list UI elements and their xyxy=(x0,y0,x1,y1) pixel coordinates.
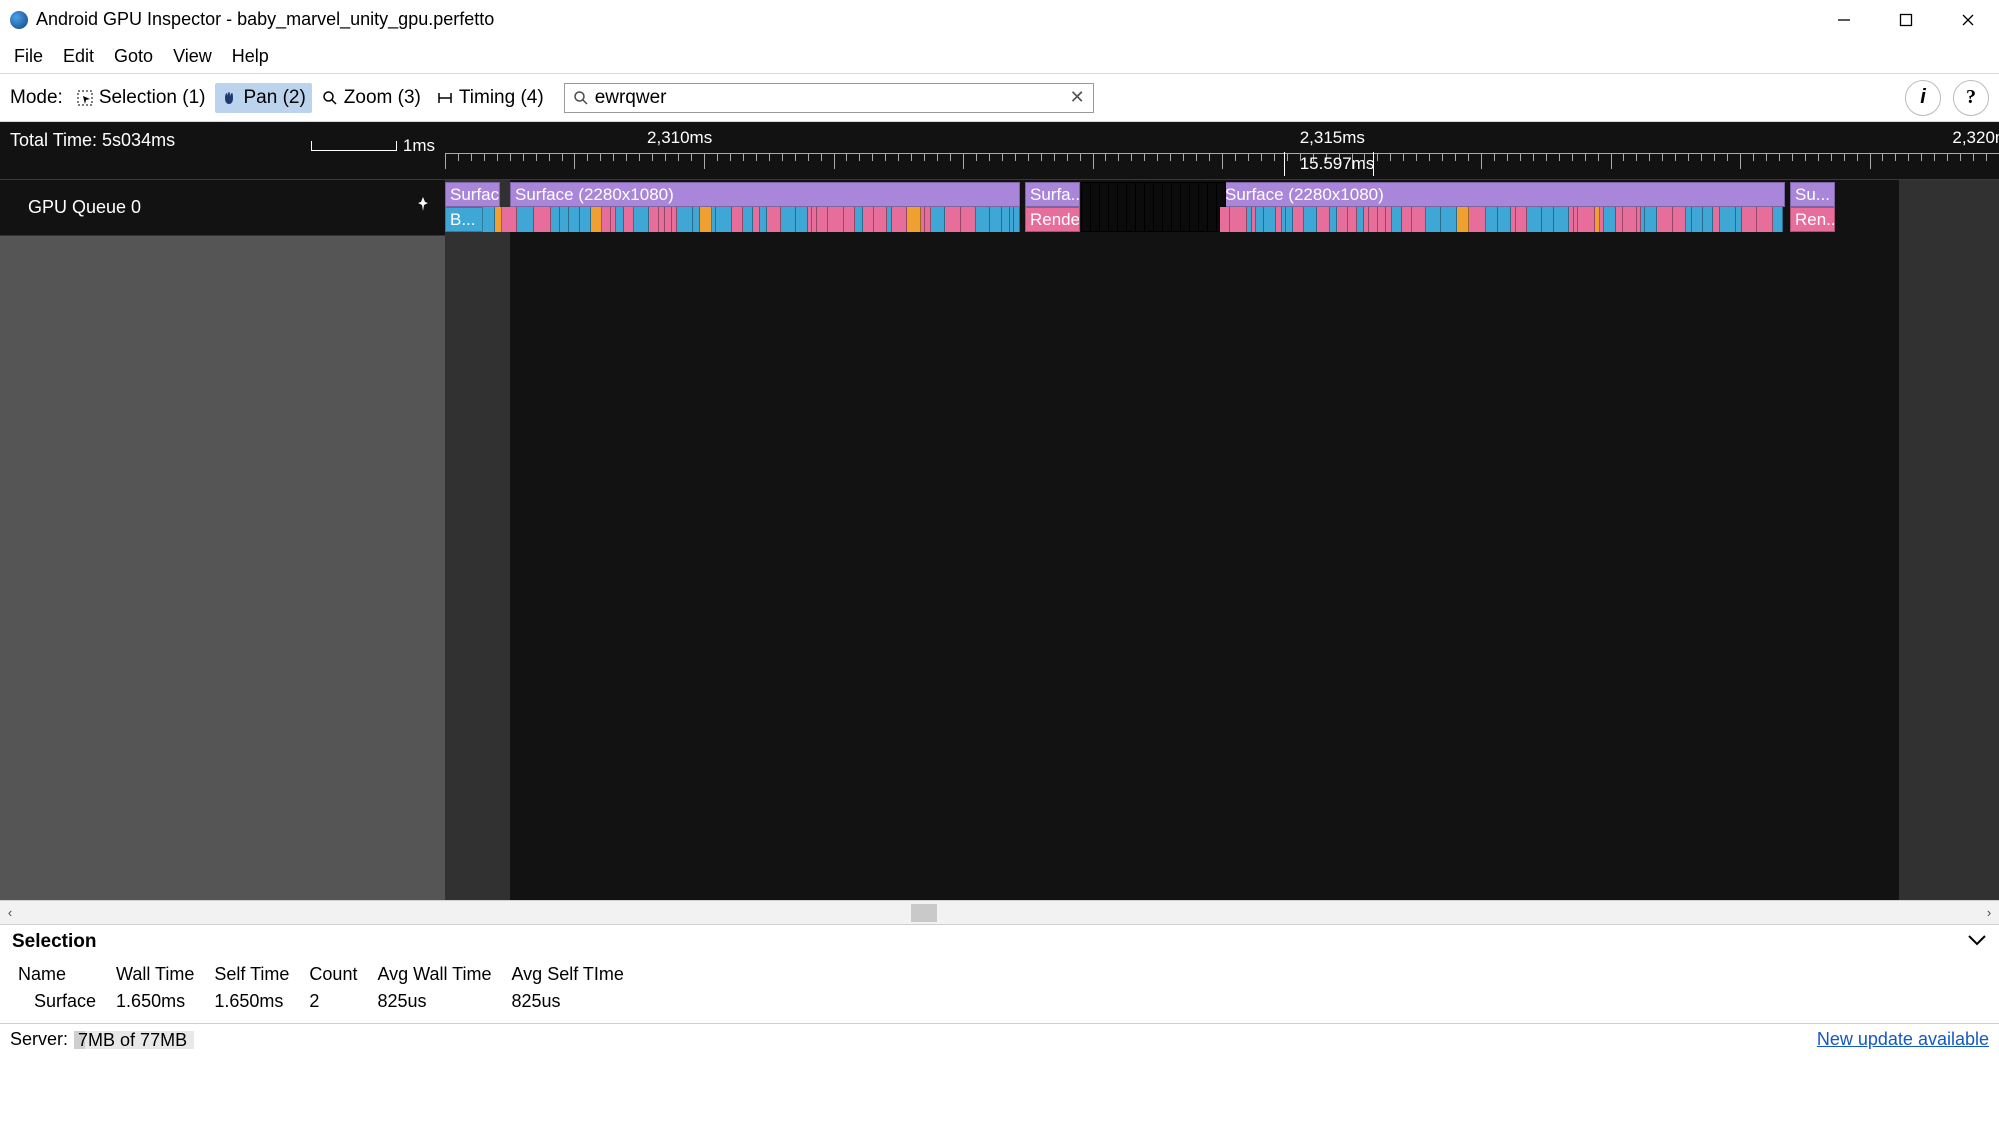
menubar: File Edit Goto View Help xyxy=(0,40,1999,74)
ruler-tick-label: 2,315ms xyxy=(1300,128,1365,148)
selection-heading: Selection xyxy=(12,931,96,953)
timeline-slice[interactable]: Surfac... xyxy=(445,182,500,207)
timeline-slice[interactable]: Surface (2280x1080) xyxy=(1220,182,1785,207)
toolbar: Mode: Selection (1) Pan (2) Zoom (3) Tim… xyxy=(0,74,1999,122)
menu-file[interactable]: File xyxy=(4,40,53,73)
total-time-label: Total Time: 5s034ms xyxy=(10,130,175,151)
menu-edit[interactable]: Edit xyxy=(53,40,104,73)
statusbar: Server: 7MB of 77MB New update available xyxy=(0,1023,1999,1055)
window-title: Android GPU Inspector - baby_marvel_unit… xyxy=(36,9,494,30)
track-header-gpu-queue-0[interactable]: GPU Queue 0 xyxy=(0,180,445,236)
app-icon xyxy=(10,11,28,29)
selection-table: NameWall TimeSelf TimeCountAvg Wall Time… xyxy=(0,959,1999,1023)
ruler-tick-label: 2,320ms xyxy=(1952,128,1999,148)
ruler-center-caption: 15.597ms xyxy=(1300,154,1375,174)
mode-timing-button[interactable]: Timing (4) xyxy=(431,83,550,113)
mode-pan-button[interactable]: Pan (2) xyxy=(215,83,311,113)
mode-zoom-label: Zoom (3) xyxy=(344,87,421,109)
memory-text: 7MB of 77MB xyxy=(78,1030,187,1051)
search-box[interactable]: ✕ xyxy=(564,83,1094,113)
timeline-slice[interactable]: Su... xyxy=(1790,182,1835,207)
pin-icon[interactable] xyxy=(415,196,431,212)
mode-selection-button[interactable]: Selection (1) xyxy=(71,83,212,113)
timeline-view[interactable]: Total Time: 5s034ms 1ms 2,310ms2,315ms2,… xyxy=(0,122,1999,900)
titlebar: Android GPU Inspector - baby_marvel_unit… xyxy=(0,0,1999,40)
timing-icon xyxy=(437,90,453,106)
scroll-thumb[interactable] xyxy=(911,904,937,922)
mode-zoom-button[interactable]: Zoom (3) xyxy=(316,83,427,113)
help-button[interactable]: ? xyxy=(1953,80,1989,116)
timeline-slice[interactable]: B... xyxy=(445,207,483,232)
ruler-canvas[interactable]: 2,310ms 2,315ms 2,320ms 15.597ms xyxy=(445,122,1999,179)
track-name: GPU Queue 0 xyxy=(28,197,141,218)
timeline-hscrollbar[interactable]: ‹ › xyxy=(0,900,1999,924)
timeline-slice[interactable]: Ren... xyxy=(1790,207,1835,232)
timeline-slice[interactable]: Surface (2280x1080) xyxy=(510,182,1020,207)
timeline-slice[interactable]: Surfa... xyxy=(1025,182,1080,207)
search-input[interactable] xyxy=(595,87,1070,109)
track-canvas[interactable]: Surfac...Surface (2280x1080)Surfa...Surf… xyxy=(445,180,1999,236)
mode-pan-label: Pan (2) xyxy=(243,87,305,109)
mode-label: Mode: xyxy=(10,87,63,109)
track-canvas-empty[interactable] xyxy=(445,236,1999,900)
update-link[interactable]: New update available xyxy=(1817,1029,1989,1050)
timeline-slice[interactable]: Render xyxy=(1025,207,1080,232)
mode-selection-label: Selection (1) xyxy=(99,87,206,109)
selection-icon xyxy=(77,90,93,106)
zoom-icon xyxy=(322,90,338,106)
timeline-slice-group[interactable] xyxy=(1220,207,1785,232)
selection-col-header[interactable]: Self Time xyxy=(204,961,299,988)
timeline-ruler: Total Time: 5s034ms 1ms 2,310ms2,315ms2,… xyxy=(0,122,1999,180)
info-button[interactable]: i xyxy=(1905,80,1941,116)
server-label: Server: xyxy=(10,1029,68,1050)
track-list-empty xyxy=(0,236,445,900)
tracks: GPU Queue 0 Surfac... Surface (2280x1080)… xyxy=(0,180,1999,236)
scroll-right-arrow[interactable]: › xyxy=(1979,905,1999,920)
selection-dim-right xyxy=(1899,180,1999,236)
collapse-selection-button[interactable] xyxy=(1967,933,1987,951)
menu-view[interactable]: View xyxy=(163,40,222,73)
scroll-left-arrow[interactable]: ‹ xyxy=(0,905,20,920)
selection-col-header[interactable]: Name xyxy=(8,961,106,988)
minimize-button[interactable] xyxy=(1813,0,1875,40)
search-icon xyxy=(573,90,589,106)
timeline-slice-group[interactable] xyxy=(483,207,1023,232)
selection-col-header[interactable]: Wall Time xyxy=(106,961,204,988)
close-button[interactable] xyxy=(1937,0,1999,40)
time-scale-label: 1ms xyxy=(403,136,435,156)
selection-col-header[interactable]: Avg Wall Time xyxy=(367,961,501,988)
pan-icon xyxy=(221,90,237,106)
menu-help[interactable]: Help xyxy=(222,40,279,73)
menu-goto[interactable]: Goto xyxy=(104,40,163,73)
memory-progress: 7MB of 77MB xyxy=(74,1031,194,1049)
selection-col-header[interactable]: Count xyxy=(299,961,367,988)
ruler-tick-label: 2,310ms xyxy=(647,128,712,148)
maximize-button[interactable] xyxy=(1875,0,1937,40)
mode-timing-label: Timing (4) xyxy=(459,87,544,109)
selection-row[interactable]: Surface1.650ms1.650ms2825us825us xyxy=(8,988,634,1015)
selection-col-header[interactable]: Avg Self TIme xyxy=(502,961,634,988)
time-scale: 1ms xyxy=(311,136,435,156)
selection-panel: Selection NameWall TimeSelf TimeCountAvg… xyxy=(0,924,1999,1023)
clear-search-button[interactable]: ✕ xyxy=(1070,87,1085,108)
